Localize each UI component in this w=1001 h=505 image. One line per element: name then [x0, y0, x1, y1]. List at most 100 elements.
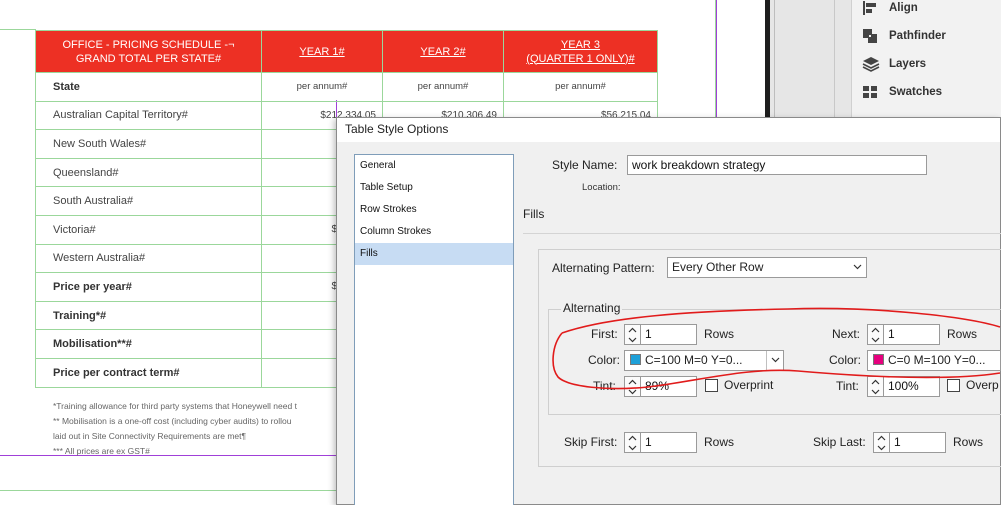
state-cell[interactable]: Training*# — [35, 300, 262, 331]
nav-item-column-strokes[interactable]: Column Strokes — [355, 221, 513, 243]
collapsed-panels-list: Align Pathfinder Layers Swatches — [851, 0, 1001, 120]
next-rows-value[interactable]: 1 — [884, 324, 940, 345]
footnote-line: ** Mobilisation is a one-off cost (inclu… — [53, 416, 292, 426]
panel-align[interactable]: Align — [862, 0, 918, 18]
frame-edge — [0, 490, 340, 491]
header-text: OFFICE - PRICING SCHEDULE -¬ — [62, 38, 235, 51]
header-text: GRAND TOTAL PER STATE# — [75, 52, 222, 65]
first-tint-stepper[interactable]: 89% — [624, 376, 697, 397]
chevron-down-icon — [849, 258, 866, 277]
first-overprint-checkbox[interactable] — [705, 379, 718, 392]
panel-label: Swatches — [889, 86, 943, 98]
alternating-pattern-value: Every Other Row — [672, 260, 764, 274]
table-style-options-dialog: Table Style Options General Table Setup … — [336, 117, 1001, 505]
next-rows-stepper[interactable]: 1 — [867, 324, 940, 345]
panel-divider — [834, 0, 835, 120]
panel-label: Pathfinder — [889, 30, 946, 42]
state-cell[interactable]: South Australia# — [35, 186, 262, 216]
state-cell[interactable]: State — [35, 72, 262, 102]
alternating-pattern-select[interactable]: Every Other Row — [667, 257, 867, 278]
first-rows-stepper[interactable]: 1 — [624, 324, 697, 345]
location-label: Location: — [582, 182, 621, 193]
nav-item-table-setup[interactable]: Table Setup — [355, 177, 513, 199]
panel-divider — [774, 0, 775, 120]
dialog-titlebar[interactable]: Table Style Options — [337, 118, 1000, 142]
swatches-icon — [862, 84, 880, 100]
table-header-row: OFFICE - PRICING SCHEDULE -¬ GRAND TOTAL … — [35, 30, 658, 73]
first-rows-value[interactable]: 1 — [641, 324, 697, 345]
state-cell[interactable]: New South Wales# — [35, 129, 262, 159]
first-color-select[interactable]: C=100 M=0 Y=0... — [624, 350, 784, 371]
footnote-line: *** All prices are ex GST# — [53, 446, 150, 456]
stepper-arrows-icon[interactable] — [873, 432, 890, 453]
next-tint-stepper[interactable]: 100% — [867, 376, 940, 397]
style-name-label: Style Name: — [552, 158, 618, 172]
first-color-label: Color: — [588, 353, 621, 367]
state-cell[interactable]: Price per year# — [35, 272, 262, 302]
first-tint-label: Tint: — [593, 379, 616, 393]
value-cell[interactable]: per annum# — [382, 72, 504, 102]
first-tint-value[interactable]: 89% — [641, 376, 697, 397]
panel-pathfinder[interactable]: Pathfinder — [862, 26, 946, 46]
panel-layers[interactable]: Layers — [862, 54, 926, 74]
value-cell[interactable]: per annum# — [261, 72, 383, 102]
header-text: YEAR 1# — [299, 45, 345, 58]
category-list: General Table Setup Row Strokes Column S… — [354, 154, 514, 505]
align-icon — [862, 0, 880, 16]
skip-last-value[interactable]: 1 — [890, 432, 946, 453]
state-cell[interactable]: Western Australia# — [35, 243, 262, 274]
header-text: YEAR 3 — [560, 38, 601, 51]
frame-edge — [0, 29, 36, 30]
table-footnotes: *Training allowance for third party syst… — [53, 400, 353, 460]
next-tint-value[interactable]: 100% — [884, 376, 940, 397]
first-rows-unit: Rows — [704, 327, 735, 341]
next-label: Next: — [832, 327, 861, 341]
header-text: YEAR 2# — [420, 45, 466, 58]
stepper-arrows-icon[interactable] — [867, 324, 884, 345]
state-cell[interactable]: Price per contract term# — [35, 357, 262, 388]
nav-item-fills[interactable]: Fills — [355, 243, 513, 265]
stepper-arrows-icon[interactable] — [867, 376, 884, 397]
value-cell[interactable]: per annum# — [503, 72, 658, 102]
style-name-field[interactable]: work breakdown strategy — [627, 155, 927, 175]
next-color-label: Color: — [829, 353, 862, 367]
stepper-arrows-icon[interactable] — [624, 376, 641, 397]
state-cell[interactable]: Mobilisation**# — [35, 329, 262, 359]
state-cell[interactable]: Queensland# — [35, 157, 262, 188]
state-cell[interactable]: Australian Capital Territory# — [35, 100, 262, 131]
next-overprint-label: Overp — [966, 378, 999, 392]
stepper-arrows-icon[interactable] — [624, 324, 641, 345]
skip-first-value[interactable]: 1 — [641, 432, 697, 453]
state-cell[interactable]: Victoria# — [35, 214, 262, 245]
skip-last-unit: Rows — [953, 435, 984, 449]
dialog-title: Table Style Options — [345, 122, 449, 136]
skip-first-stepper[interactable]: 1 — [624, 432, 697, 453]
next-rows-unit: Rows — [947, 327, 978, 341]
column-header: YEAR 1# — [261, 30, 383, 73]
nav-item-row-strokes[interactable]: Row Strokes — [355, 199, 513, 221]
panel-swatches[interactable]: Swatches — [862, 82, 942, 102]
first-label: First: — [591, 327, 618, 341]
pathfinder-icon — [862, 28, 880, 44]
cyan-swatch-icon — [630, 354, 641, 365]
next-overprint-checkbox[interactable] — [947, 379, 960, 392]
layers-icon — [862, 56, 880, 72]
skip-last-stepper[interactable]: 1 — [873, 432, 946, 453]
alternating-pattern-label: Alternating Pattern: — [552, 261, 655, 275]
alternating-group-label: Alternating — [561, 301, 623, 315]
next-color-value: C=0 M=100 Y=0... — [888, 353, 986, 367]
next-color-select[interactable]: C=0 M=100 Y=0... — [867, 350, 1001, 371]
panel-label: Align — [889, 2, 918, 14]
nav-item-general[interactable]: General — [355, 155, 513, 177]
chevron-down-icon — [766, 351, 783, 370]
column-header: YEAR 3 (QUARTER 1 ONLY)# — [503, 30, 658, 73]
skip-first-label: Skip First: — [564, 435, 618, 449]
skip-first-unit: Rows — [704, 435, 735, 449]
panel-label: Layers — [889, 58, 927, 70]
margin-guide — [716, 0, 717, 120]
stepper-arrows-icon[interactable] — [624, 432, 641, 453]
first-overprint-label: Overprint — [724, 378, 774, 392]
header-text: (QUARTER 1 ONLY)# — [526, 52, 635, 65]
table-row[interactable]: State per annum# per annum# per annum# — [35, 72, 658, 102]
section-divider — [523, 233, 1001, 234]
